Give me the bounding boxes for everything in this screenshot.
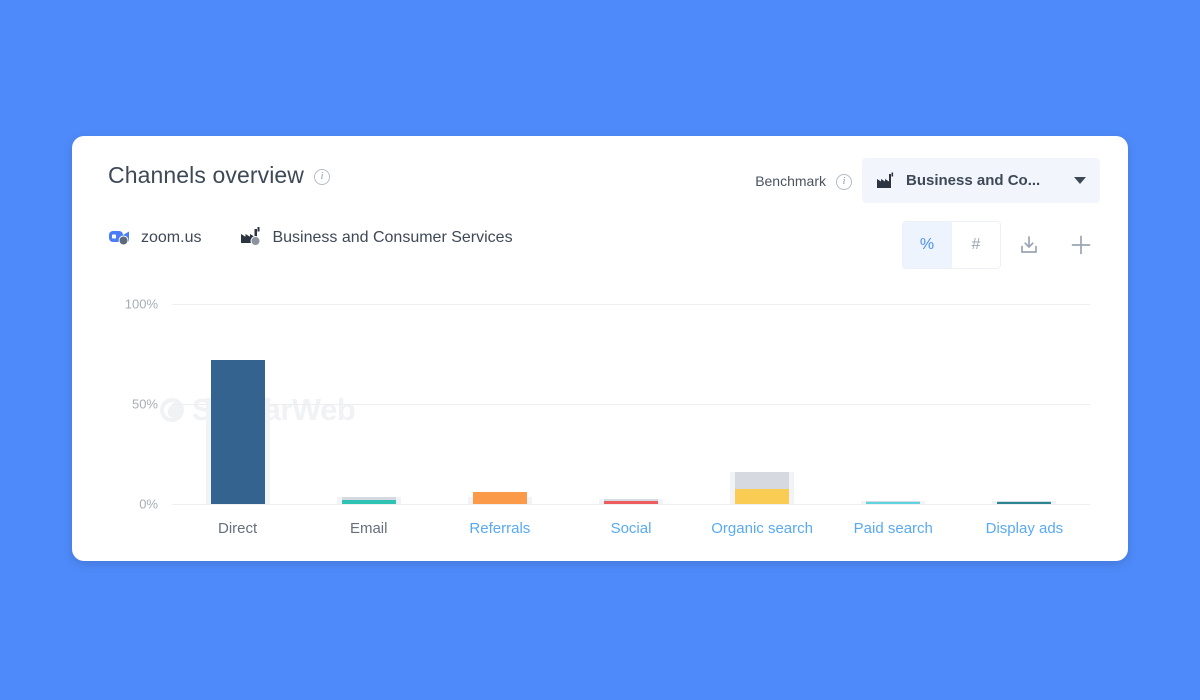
site-bar [472,492,527,504]
chevron-down-icon [1074,177,1086,184]
chart-toolbar: % # [903,222,1104,268]
benchmark-info-icon[interactable]: i [836,173,852,190]
y-axis-tick-label: 100% [124,296,158,312]
site-bar [997,502,1052,504]
benchmark-group: Benchmark i Business and Co... [755,158,1100,203]
page-title: Channels overview [108,162,305,188]
x-axis-label-paid-search[interactable]: Paid search [828,520,959,537]
site-bar [341,500,396,504]
plus-icon [1071,235,1091,255]
bar-column[interactable] [303,304,434,504]
bar-column[interactable] [697,304,828,504]
y-axis-tick-label: 0% [139,496,158,512]
title-group: Channels overview i [108,162,331,189]
channels-bar-chart: SimilarWeb 0% 50% 100% Direct Email Referral… [72,276,1128,561]
plot-area: 0% 50% 100% [125,297,1090,512]
benchmark-label: Benchmark [755,172,826,189]
x-axis-label-social[interactable]: Social [565,520,696,537]
legend-label-benchmark: Business and Consumer Services [272,229,513,246]
benchmark-dropdown[interactable]: Business and Co... [862,158,1100,203]
y-axis-tick-label: 50% [131,396,158,412]
site-bar [866,502,921,504]
industry-icon [877,172,894,188]
x-axis-label-organic-search[interactable]: Organic search [697,520,828,537]
chart-legend: zoom.us Business and Consumer Services [108,226,513,250]
unit-number-button[interactable]: # [952,222,1000,268]
channels-overview-card: Channels overview i Benchmark i Business… [72,136,1128,561]
unit-toggle-group: % # [903,222,1000,268]
x-axis-label-display-ads[interactable]: Display ads [959,520,1090,537]
x-axis-labels: Direct Email Referrals Social Organic search… [172,520,1090,537]
unit-percent-button[interactable]: % [903,222,952,268]
x-axis-label-direct: Direct [217,520,258,537]
legend-item-benchmark[interactable]: Business and Consumer Services [239,226,513,250]
x-axis-label-referrals[interactable]: Referrals [434,520,565,537]
card-header: Channels overview i Benchmark i Business… [72,136,1128,214]
legend-item-site[interactable]: zoom.us [108,226,201,250]
benchmark-selected-value: Business and Co... [906,172,1041,189]
bar-column[interactable] [828,304,959,504]
bar-column[interactable] [959,304,1090,504]
bar-column[interactable] [565,304,696,504]
zoom-favicon [108,226,132,250]
card-subheader: zoom.us Business and Consumer Services %… [72,214,1128,276]
site-bar [603,501,658,504]
gridline: 0% [139,497,1090,512]
legend-label-site: zoom.us [141,229,202,246]
site-bar [210,360,265,504]
industry-icon [239,226,263,250]
bar-column[interactable] [172,304,303,504]
add-button[interactable] [1058,222,1104,268]
download-icon [1021,236,1037,253]
bar-group [172,304,1090,504]
download-button[interactable] [1006,222,1052,268]
site-bar [735,489,790,504]
title-info-icon[interactable]: i [314,168,331,185]
bar-column[interactable] [434,304,565,504]
x-axis-label-email: Email [349,520,388,537]
